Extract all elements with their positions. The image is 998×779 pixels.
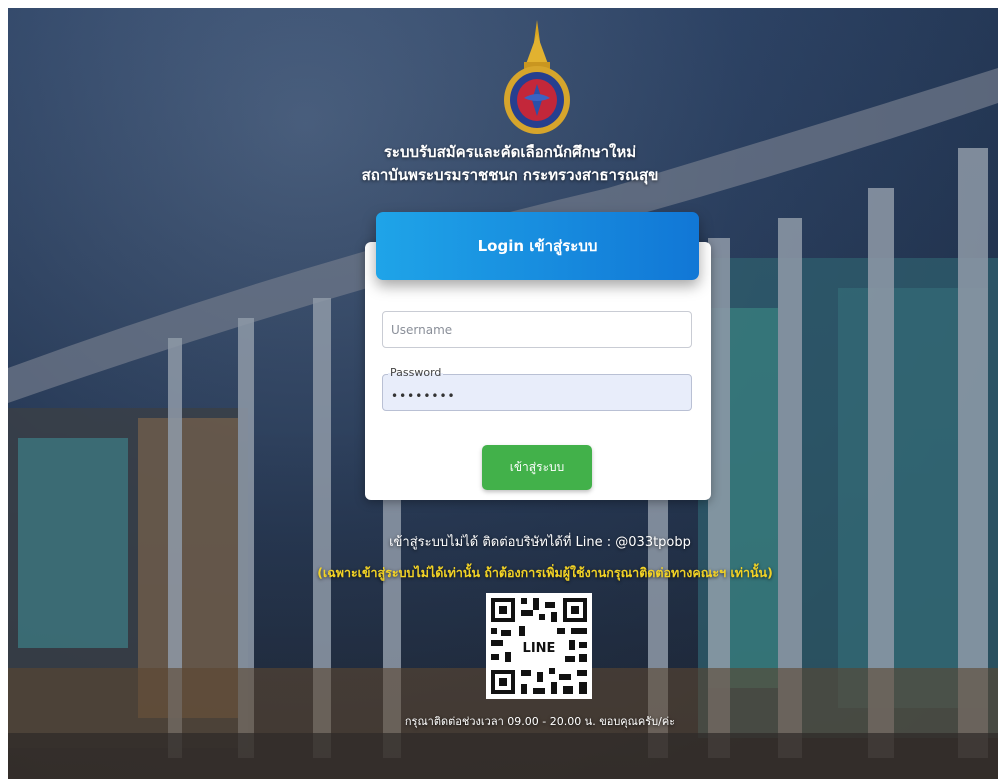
login-card-header: Login เข้าสู่ระบบ	[376, 212, 699, 280]
username-input[interactable]	[382, 311, 692, 348]
institution-emblem-icon	[504, 20, 570, 134]
contact-line-text: เข้าสู่ระบบไม่ได้ ติดต่อบริษัทได้ที่ Lin…	[389, 535, 691, 550]
contact-hours: กรุณาติดต่อช่วงเวลา 09.00 - 20.00 น. ขอบ…	[404, 715, 676, 728]
institution-subtitle: สถาบันพระบรมราชชนก กระทรวงสาธารณสุข	[361, 166, 659, 184]
login-submit-button[interactable]: เข้าสู่ระบบ	[482, 445, 592, 490]
login-heading: Login เข้าสู่ระบบ	[477, 237, 598, 255]
system-title: ระบบรับสมัครและคัดเลือกนักศึกษาใหม่	[383, 143, 637, 161]
password-label: Password	[388, 366, 444, 380]
qr-line-label: LINE	[523, 641, 556, 656]
left-margin	[0, 0, 8, 779]
top-margin	[0, 0, 998, 8]
contact-note: (เฉพาะเข้าสู่ระบบไม่ได้เท่านั้น ถ้าต้องก…	[317, 565, 773, 580]
line-qr-code-icon: LINE	[486, 593, 592, 699]
